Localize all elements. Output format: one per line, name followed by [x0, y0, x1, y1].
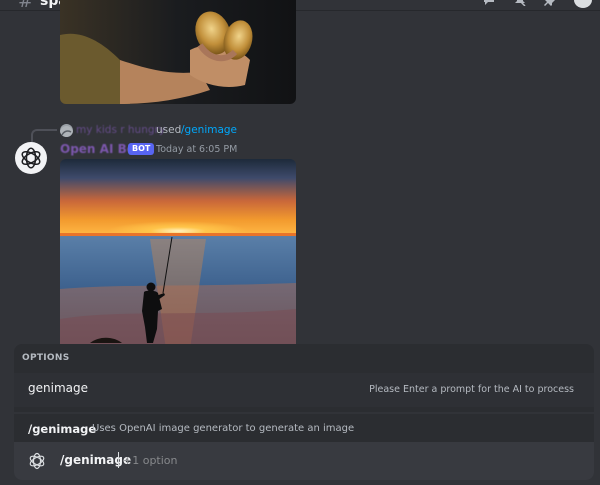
mute-icon[interactable]: [512, 0, 528, 8]
previous-image-attachment[interactable]: [60, 0, 296, 104]
message-timestamp: Today at 6:05 PM: [156, 144, 238, 155]
option-row-genimage[interactable]: genimage Please Enter a prompt for the A…: [14, 373, 594, 407]
options-header: OPTIONS: [22, 353, 70, 363]
input-option-hint: +1 option: [123, 454, 178, 467]
reply-command-link[interactable]: /genimage: [181, 124, 237, 136]
message-input[interactable]: /genimage +1 option: [14, 442, 594, 480]
option-name: genimage: [28, 381, 88, 395]
openai-logo-icon: [26, 450, 48, 472]
bot-avatar[interactable]: [15, 142, 47, 174]
option-description: Please Enter a prompt for the AI to proc…: [369, 384, 574, 395]
reply-connector: [31, 129, 57, 142]
text-caret: [118, 452, 119, 468]
threads-icon[interactable]: [482, 0, 498, 8]
generated-image-attachment[interactable]: [60, 159, 296, 349]
command-name: /genimage: [28, 422, 97, 436]
bot-badge: BOT: [128, 143, 155, 155]
slash-command-options-panel: OPTIONS genimage Please Enter a prompt f…: [14, 344, 594, 412]
command-description: Uses OpenAI image generator to generate …: [92, 423, 355, 434]
openai-logo-icon: [21, 147, 41, 169]
reply-username[interactable]: my kids r hungry: [76, 124, 165, 136]
input-command-text[interactable]: /genimage: [60, 453, 131, 467]
reply-used-text: used: [156, 124, 182, 136]
reply-user-avatar[interactable]: [60, 124, 73, 137]
command-info-bar: /genimage Uses OpenAI image generator to…: [14, 414, 594, 442]
channel-hash-icon: #: [18, 0, 34, 11]
member-list-icon[interactable]: [574, 0, 592, 8]
pin-icon[interactable]: [543, 0, 559, 8]
